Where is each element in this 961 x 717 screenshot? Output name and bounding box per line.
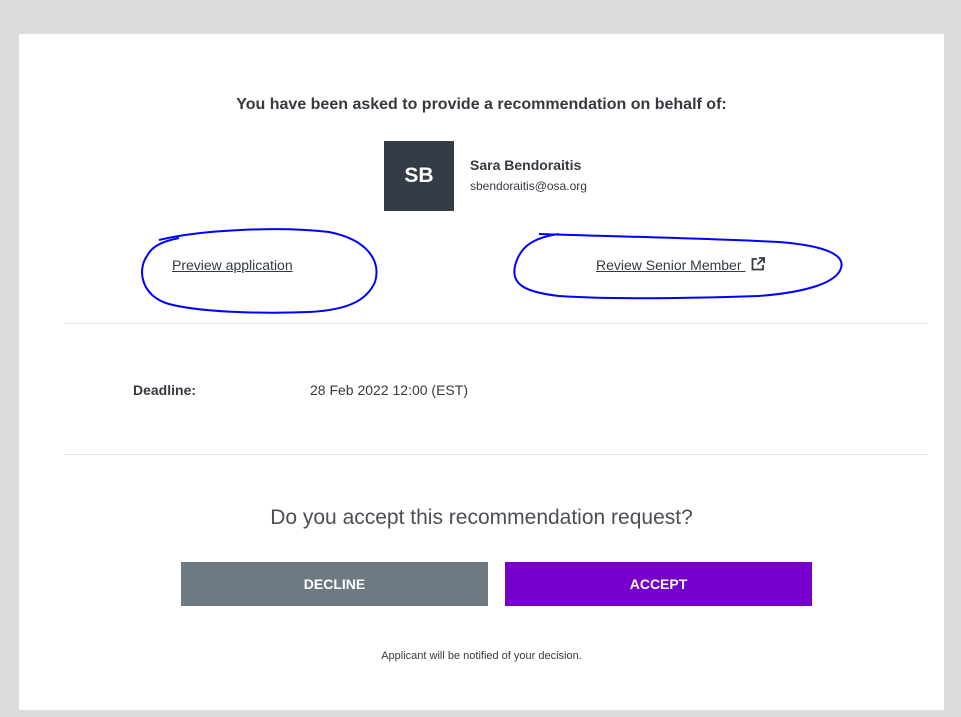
deadline-label: Deadline: xyxy=(133,382,197,398)
applicant-block: SB Sara Bendoraitis sbendoraitis@osa.org xyxy=(384,141,587,211)
avatar: SB xyxy=(384,141,454,211)
preview-application-link[interactable]: Preview application xyxy=(172,257,293,273)
divider-bottom xyxy=(64,454,928,455)
applicant-name: Sara Bendoraitis xyxy=(470,157,582,173)
notification-note: Applicant will be notified of your decis… xyxy=(381,650,582,662)
recommendation-card: You have been asked to provide a recomme… xyxy=(19,34,944,710)
external-link-icon xyxy=(751,257,766,271)
applicant-info: Sara Bendoraitis sbendoraitis@osa.org xyxy=(470,157,587,193)
applicant-email: sbendoraitis@osa.org xyxy=(470,179,587,193)
intro-heading: You have been asked to provide a recomme… xyxy=(236,96,727,113)
annotation-circles xyxy=(141,228,843,314)
divider-top xyxy=(64,323,928,324)
decline-button[interactable]: DECLINE xyxy=(181,562,488,606)
accept-button[interactable]: ACCEPT xyxy=(505,562,812,606)
preview-application-label: Preview application xyxy=(172,257,293,273)
deadline-value: 28 Feb 2022 12:00 (EST) xyxy=(310,382,468,398)
review-senior-member-link[interactable]: Review Senior Member xyxy=(596,257,766,273)
review-senior-member-label: Review Senior Member xyxy=(596,257,742,273)
accept-question: Do you accept this recommendation reques… xyxy=(270,506,693,529)
